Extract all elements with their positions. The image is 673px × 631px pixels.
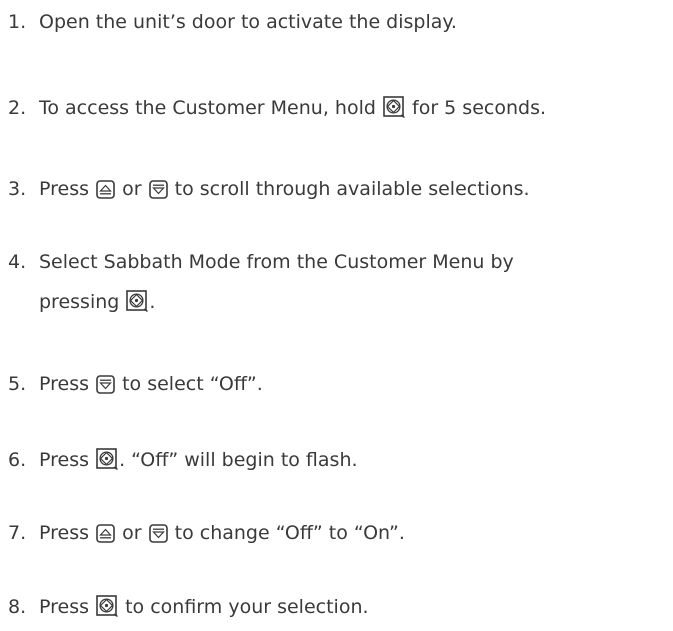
step-text: Press: [39, 596, 90, 618]
step-1: 1. Open the unit’s door to activate the d…: [8, 5, 457, 39]
step-text: Press: [39, 373, 90, 395]
step-number: 3.: [8, 178, 27, 200]
enter-button-icon: [96, 595, 118, 617]
step-text: To access the Customer Menu, hold: [39, 97, 376, 119]
down-arrow-button-icon: [96, 375, 115, 394]
step-number: 8.: [8, 596, 27, 618]
step-7: 7. Press or to change “Off” to “On”.: [8, 516, 405, 550]
step-number: 5.: [8, 373, 27, 395]
step-3: 3. Press or to scroll through available s…: [8, 172, 530, 206]
step-8: 8. Press to confirm your selection.: [8, 590, 369, 624]
step-5: 5. Press to select “Off”.: [8, 367, 263, 401]
step-text: to scroll through available selections.: [174, 178, 530, 200]
step-text: to select “Off”.: [122, 373, 263, 395]
step-text: pressing: [39, 291, 120, 313]
step-number: 7.: [8, 522, 27, 544]
step-number: 1.: [8, 11, 27, 33]
down-arrow-button-icon: [148, 524, 168, 543]
enter-button-icon: [96, 448, 118, 470]
step-number: 6.: [8, 449, 27, 471]
down-arrow-button-icon: [148, 180, 168, 199]
step-text: to confirm your selection.: [125, 596, 369, 618]
step-number: 2.: [8, 97, 27, 119]
step-text: Press: [39, 522, 90, 544]
step-text: . “Off” will begin to flash.: [119, 449, 358, 471]
enter-button-icon: [383, 96, 405, 118]
step-number: 4.: [8, 251, 27, 273]
step-text: for 5 seconds.: [412, 97, 547, 119]
step-text: or: [122, 522, 142, 544]
step-text: to change “Off” to “On”.: [174, 522, 405, 544]
up-arrow-button-icon: [96, 524, 115, 543]
step-text: .: [149, 291, 156, 313]
step-4: 4. Select Sabbath Mode from the Customer …: [8, 245, 514, 319]
step-text: Press: [39, 178, 90, 200]
up-arrow-button-icon: [96, 180, 115, 199]
step-text: Press: [39, 449, 90, 471]
enter-button-icon: [126, 290, 149, 312]
step-text: or: [122, 178, 142, 200]
step-text: Select Sabbath Mode from the Customer Me…: [39, 251, 514, 273]
step-text: Open the unit’s door to activate the dis…: [39, 11, 457, 33]
step-2: 2. To access the Customer Menu, hold for …: [8, 91, 546, 125]
step-6: 6. Press . “Off” will begin to flash.: [8, 443, 358, 477]
